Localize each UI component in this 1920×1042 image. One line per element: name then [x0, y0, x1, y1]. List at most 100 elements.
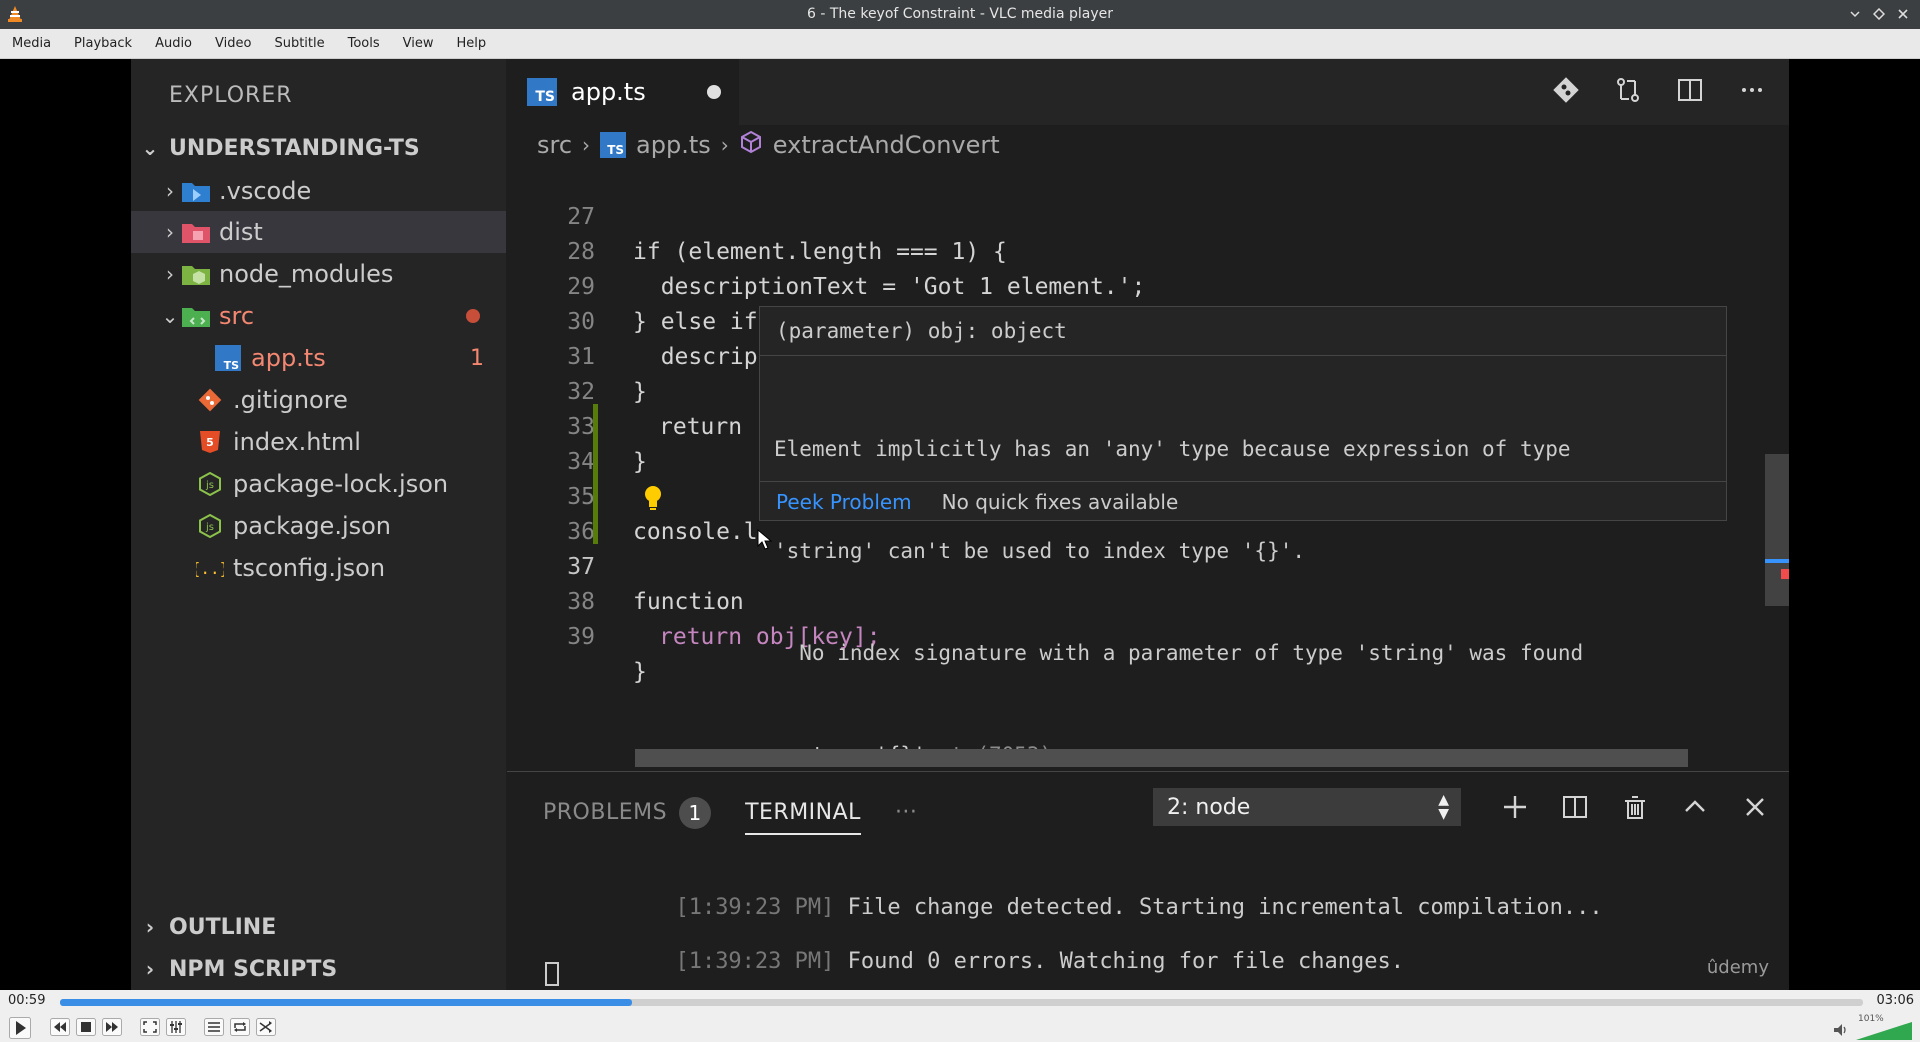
svg-text:js: js	[205, 522, 214, 533]
close-icon	[1746, 798, 1764, 816]
tree-item-node-modules[interactable]: › node_modules	[131, 253, 506, 295]
play-button[interactable]	[7, 1016, 33, 1040]
menu-media[interactable]: Media	[2, 36, 64, 51]
playlist-icon	[204, 1018, 224, 1036]
git-compare-icon[interactable]	[1549, 73, 1583, 107]
src-folder-icon	[181, 303, 211, 329]
speaker-icon	[1832, 1022, 1850, 1042]
volume-slider[interactable]	[1856, 1022, 1912, 1040]
extended-settings-button[interactable]	[165, 1016, 187, 1038]
lightbulb-icon[interactable]	[642, 484, 664, 516]
menu-audio[interactable]: Audio	[145, 36, 205, 51]
maximize-panel-button[interactable]	[1675, 790, 1715, 824]
hover-status-row: Peek Problem No quick fixes available	[760, 481, 1726, 521]
menu-tools[interactable]: Tools	[338, 36, 393, 51]
tree-item-vscode[interactable]: › .vscode	[131, 170, 506, 212]
next-button[interactable]	[101, 1016, 123, 1038]
chevron-right-icon: ›	[582, 133, 591, 157]
tree-item-index-html[interactable]: 5 index.html	[131, 421, 506, 463]
volume-control[interactable]: 101%	[1832, 1014, 1912, 1040]
chevron-down-icon	[1850, 11, 1860, 18]
stop-icon	[76, 1018, 96, 1036]
maximize-button[interactable]	[1870, 5, 1888, 23]
breadcrumb-symbol[interactable]: extractAndConvert	[773, 131, 1000, 159]
open-changes-icon[interactable]	[1611, 73, 1645, 107]
tree-item-label: tsconfig.json	[233, 554, 386, 582]
terminal-selector[interactable]: 2: node ▲ ▼	[1153, 788, 1461, 826]
minimize-button[interactable]	[1846, 5, 1864, 23]
problems-label: PROBLEMS	[543, 800, 668, 825]
tab-problems[interactable]: PROBLEMS 1	[543, 796, 712, 829]
new-terminal-button[interactable]	[1495, 790, 1535, 824]
menu-view[interactable]: View	[393, 36, 447, 51]
hover-tooltip: (parameter) obj: object Element implicit…	[759, 306, 1727, 767]
diamond-icon	[1873, 8, 1885, 20]
shuffle-icon	[256, 1018, 276, 1036]
menu-playback[interactable]: Playback	[64, 36, 145, 51]
npm-scripts-section-header[interactable]: › NPM SCRIPTS	[131, 948, 506, 990]
terminal-timestamp: [1:39:23 PM]	[675, 949, 835, 974]
tree-item-dist[interactable]: › dist	[131, 211, 506, 253]
project-folder-header[interactable]: ⌄ UNDERSTANDING-TS	[131, 127, 506, 169]
tree-item-src[interactable]: ⌄ src	[131, 295, 506, 337]
close-panel-button[interactable]	[1735, 790, 1775, 824]
menu-video[interactable]: Video	[205, 36, 264, 51]
node-json-icon: js	[195, 513, 225, 539]
udemy-watermark: ûdemy	[1706, 957, 1769, 978]
breadcrumb-folder[interactable]: src	[537, 131, 572, 159]
close-button[interactable]	[1894, 5, 1912, 23]
unsaved-dot-icon[interactable]	[707, 85, 721, 99]
playlist-button[interactable]	[203, 1016, 225, 1038]
window-title: 6 - The keyof Constraint - VLC media pla…	[806, 6, 1113, 22]
equalizer-icon	[166, 1018, 186, 1036]
split-editor-icon[interactable]	[1673, 73, 1707, 107]
chevron-down-icon: ⌄	[161, 304, 179, 328]
panel-more-button[interactable]: ···	[895, 800, 917, 825]
video-area[interactable]: EXPLORER ⌄ UNDERSTANDING-TS › .vscode › …	[0, 59, 1920, 990]
outline-section-header[interactable]: › OUTLINE	[131, 906, 506, 948]
tree-item-gitignore[interactable]: .gitignore	[131, 379, 506, 421]
explorer-title: EXPLORER	[169, 83, 293, 108]
svg-text:TS: TS	[224, 359, 240, 371]
tab-terminal[interactable]: TERMINAL	[745, 800, 861, 835]
overview-ruler-error-marker	[1781, 569, 1789, 579]
breadcrumb-file[interactable]: app.ts	[636, 131, 711, 159]
tree-item-app-ts[interactable]: TS app.ts 1	[131, 337, 506, 379]
chevron-right-icon: ›	[720, 133, 729, 157]
player-controls: 00:59 03:06 101%	[0, 990, 1920, 1042]
tab-app-ts[interactable]: TS app.ts	[507, 59, 739, 125]
fullscreen-button[interactable]	[139, 1016, 161, 1038]
typescript-file-icon: TS	[600, 132, 627, 158]
tree-item-tsconfig[interactable]: {..} tsconfig.json	[131, 547, 506, 589]
stop-button[interactable]	[75, 1016, 97, 1038]
git-modified-gutter	[593, 404, 598, 544]
peek-problem-link[interactable]: Peek Problem	[776, 490, 912, 514]
loop-button[interactable]	[229, 1016, 251, 1038]
seek-bar-progress	[60, 999, 632, 1006]
horizontal-scrollbar[interactable]	[635, 749, 1688, 767]
chevron-right-icon: ›	[166, 179, 174, 203]
menu-help[interactable]: Help	[447, 36, 500, 51]
hover-message-line: No index signature with a parameter of t…	[774, 641, 1584, 665]
seek-bar[interactable]	[60, 999, 1863, 1006]
previous-button[interactable]	[49, 1016, 71, 1038]
close-icon	[1898, 9, 1908, 19]
tree-item-package-json[interactable]: js package.json	[131, 505, 506, 547]
vertical-scrollbar[interactable]	[1765, 454, 1789, 606]
menu-bar: Media Playback Audio Video Subtitle Tool…	[0, 29, 1920, 59]
tree-item-label: .gitignore	[233, 386, 348, 414]
more-actions-icon[interactable]	[1735, 73, 1769, 107]
explorer-sidebar: EXPLORER ⌄ UNDERSTANDING-TS › .vscode › …	[131, 59, 506, 990]
chevron-right-icon: ›	[145, 957, 155, 981]
shuffle-button[interactable]	[255, 1016, 277, 1038]
menu-subtitle[interactable]: Subtitle	[264, 36, 337, 51]
code-line: 29 } else if (element.length > 1) {	[507, 235, 1789, 335]
split-terminal-button[interactable]	[1555, 790, 1595, 824]
hover-message: Element implicitly has an 'any' type bec…	[774, 364, 1714, 840]
chevron-up-icon	[1685, 800, 1705, 812]
tree-item-package-lock[interactable]: js package-lock.json	[131, 463, 506, 505]
typescript-file-icon: TS	[213, 345, 243, 371]
kill-terminal-button[interactable]	[1615, 790, 1655, 824]
npm-scripts-label: NPM SCRIPTS	[169, 956, 338, 982]
title-bar: 6 - The keyof Constraint - VLC media pla…	[0, 0, 1920, 29]
